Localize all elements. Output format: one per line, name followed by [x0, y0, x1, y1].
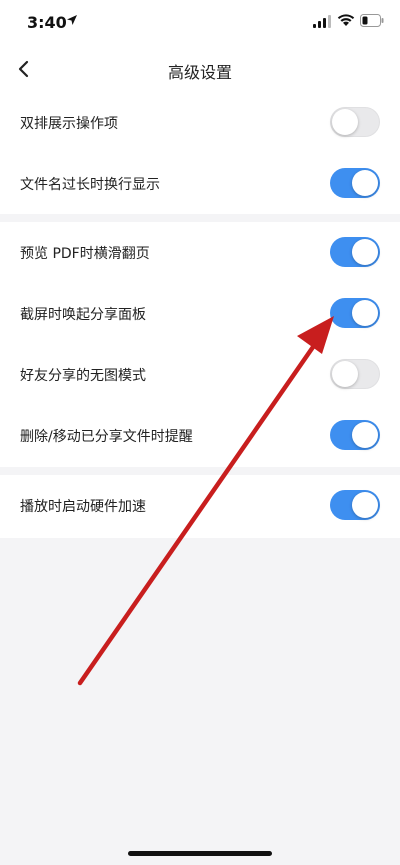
setting-label: 截屏时唤起分享面板: [20, 306, 146, 323]
signal-icon: [313, 15, 331, 28]
setting-row-double-row-actions[interactable]: 双排展示操作项: [0, 92, 400, 153]
setting-row-no-image-mode[interactable]: 好友分享的无图模式: [0, 344, 400, 405]
toggle-knob: [332, 361, 358, 387]
setting-label: 删除/移动已分享文件时提醒: [20, 428, 193, 445]
settings-group-display: 双排展示操作项 文件名过长时换行显示: [0, 92, 400, 214]
setting-label: 预览 PDF时横滑翻页: [20, 245, 150, 262]
toggle-switch[interactable]: [330, 107, 380, 137]
wifi-icon: [337, 14, 355, 26]
setting-label: 文件名过长时换行显示: [20, 176, 160, 193]
toggle-knob: [332, 109, 358, 135]
home-indicator: [128, 851, 272, 856]
settings-group-playback: 播放时启动硬件加速: [0, 475, 400, 538]
page-title: 高级设置: [167, 63, 232, 82]
screen: 3:40 高级设置 双排展示操作项 文件名过长时换行显示 预览 PDF时横滑翻页…: [0, 0, 400, 865]
toggle-knob: [352, 422, 378, 448]
setting-row-hardware-acceleration[interactable]: 播放时启动硬件加速: [0, 475, 400, 536]
setting-row-wrap-long-filename[interactable]: 文件名过长时换行显示: [0, 153, 400, 214]
setting-row-screenshot-share[interactable]: 截屏时唤起分享面板: [0, 283, 400, 344]
status-time: 3:40: [27, 13, 67, 32]
toggle-switch[interactable]: [330, 359, 380, 389]
setting-row-shared-file-reminder[interactable]: 删除/移动已分享文件时提醒: [0, 405, 400, 466]
location-arrow-icon: [67, 15, 77, 25]
battery-icon: [360, 14, 384, 27]
toggle-switch[interactable]: [330, 237, 380, 267]
setting-label: 双排展示操作项: [20, 115, 118, 132]
nav-bar: 高级设置: [0, 46, 400, 92]
setting-label: 好友分享的无图模式: [20, 367, 146, 384]
toggle-switch[interactable]: [330, 420, 380, 450]
settings-group-behavior: 预览 PDF时横滑翻页 截屏时唤起分享面板 好友分享的无图模式 删除/移动已分享…: [0, 222, 400, 467]
toggle-knob: [352, 239, 378, 265]
toggle-switch[interactable]: [330, 490, 380, 520]
toggle-switch[interactable]: [330, 168, 380, 198]
toggle-knob: [352, 492, 378, 518]
setting-row-pdf-swipe[interactable]: 预览 PDF时横滑翻页: [0, 222, 400, 283]
setting-label: 播放时启动硬件加速: [20, 498, 146, 515]
toggle-knob: [352, 170, 378, 196]
toggle-knob: [352, 300, 378, 326]
status-bar: 3:40: [0, 0, 400, 46]
toggle-switch[interactable]: [330, 298, 380, 328]
